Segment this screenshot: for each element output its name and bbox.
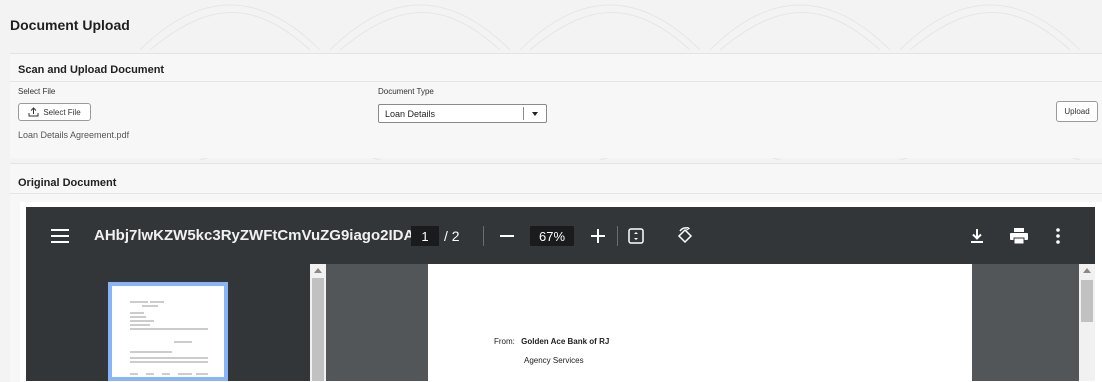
scrollbar-thumb[interactable] — [1081, 280, 1093, 322]
divider — [10, 193, 1102, 194]
upload-button-label: Upload — [1064, 107, 1090, 116]
thumbnail-scrollbar[interactable] — [310, 264, 326, 381]
more-icon[interactable] — [1056, 207, 1060, 264]
upload-icon — [28, 107, 39, 117]
zoom-input[interactable]: 67% — [530, 226, 574, 246]
from-value: Golden Ace Bank of RJ — [521, 337, 610, 346]
select-file-label: Select File — [18, 87, 56, 96]
toolbar-separator — [617, 226, 618, 246]
scan-upload-panel: Scan and Upload Document Select File Sel… — [10, 53, 1102, 158]
scroll-up-icon[interactable] — [1083, 268, 1091, 273]
toolbar-separator — [483, 226, 484, 246]
pdf-toolbar: AHbj7lwKZW5kc3RyZWFtCmVuZG9iago2IDAg... … — [26, 207, 1095, 264]
document-type-label: Document Type — [378, 87, 434, 96]
selected-file-name: Loan Details Agreement.pdf — [18, 130, 130, 140]
agency-line: Agency Services — [524, 356, 584, 365]
divider — [10, 81, 1102, 82]
thumbnail-content — [130, 301, 208, 375]
fit-page-icon[interactable] — [628, 207, 644, 264]
document-type-select[interactable]: Loan Details — [378, 104, 547, 123]
from-line: From: Golden Ace Bank of RJ — [494, 337, 609, 346]
download-icon[interactable] — [970, 207, 984, 264]
pdf-viewer-body: From: Golden Ace Bank of RJ Agency Servi… — [26, 264, 1095, 381]
page-total: / 2 — [444, 227, 460, 244]
page-title: Document Upload — [10, 17, 130, 33]
from-label: From: — [494, 337, 515, 346]
page-scrollbar[interactable] — [1079, 264, 1095, 381]
document-type-value: Loan Details — [385, 109, 436, 119]
thumbnail-pane[interactable] — [26, 264, 310, 381]
section-title: Original Document — [18, 177, 117, 189]
upload-button[interactable]: Upload — [1056, 101, 1098, 122]
section-title: Scan and Upload Document — [18, 64, 165, 76]
scrollbar-thumb[interactable] — [312, 278, 324, 381]
scroll-up-icon[interactable] — [314, 268, 322, 273]
chevron-down-icon[interactable] — [532, 112, 538, 116]
page-number-input[interactable]: 1 — [411, 226, 439, 246]
rotate-icon[interactable] — [676, 207, 694, 264]
zoom-out-icon[interactable] — [500, 207, 514, 264]
select-file-button-label: Select File — [43, 107, 81, 117]
menu-icon[interactable] — [51, 207, 69, 264]
pdf-page: From: Golden Ace Bank of RJ Agency Servi… — [428, 264, 972, 381]
select-separator — [523, 107, 524, 120]
zoom-in-icon[interactable] — [591, 207, 605, 264]
print-icon[interactable] — [1010, 207, 1028, 264]
select-file-button[interactable]: Select File — [18, 103, 91, 121]
page-thumbnail[interactable] — [108, 282, 228, 381]
document-name: AHbj7lwKZW5kc3RyZWFtCmVuZG9iago2IDAg... — [94, 227, 436, 244]
